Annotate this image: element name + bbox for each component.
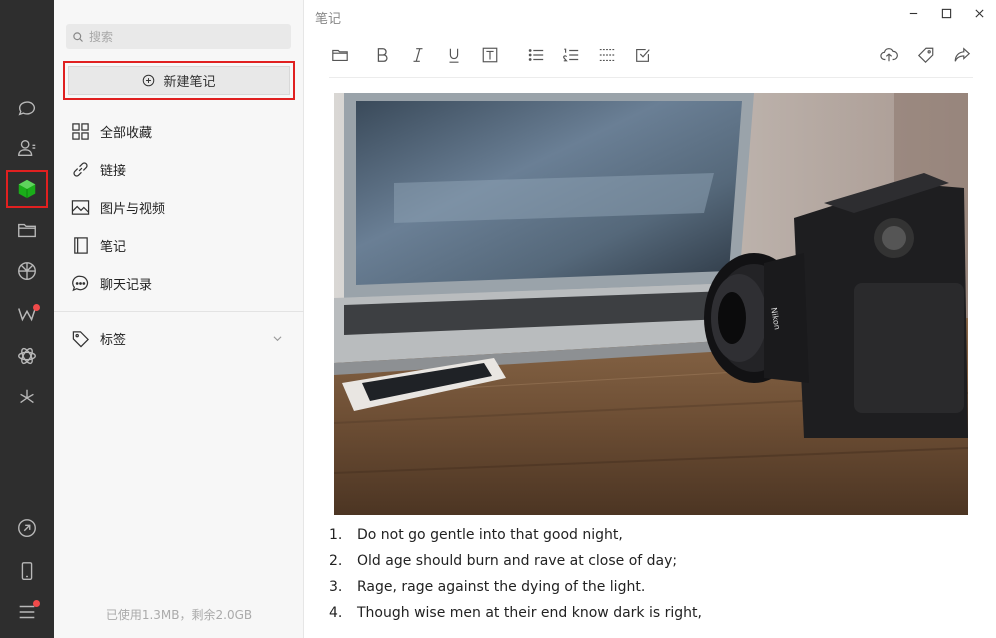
search-input[interactable]: [89, 29, 279, 44]
icon-rail: [0, 0, 54, 638]
link-icon[interactable]: [9, 510, 45, 546]
storage-usage: 已使用1.3MB，剩余2.0GB: [105, 608, 253, 622]
list-number: 1.: [329, 527, 343, 543]
moments-icon[interactable]: [9, 253, 45, 289]
image-icon: [71, 199, 90, 215]
toolbar-divider: [329, 77, 973, 78]
editor-toolbar: [329, 44, 973, 68]
menu-item-images-videos[interactable]: 图片与视频: [54, 188, 304, 226]
link-icon: [73, 161, 88, 177]
list-text: Though wise men at their end know dark i…: [357, 605, 702, 621]
bullet-list-icon: [528, 49, 544, 61]
numbered-list-icon: [563, 48, 579, 62]
list-text: Do not go gentle into that good night,: [357, 527, 623, 543]
numbered-list-button[interactable]: [560, 44, 582, 66]
share-icon: [954, 47, 971, 62]
plus-circle-icon: [143, 74, 155, 87]
menu-item-links[interactable]: 链接: [54, 150, 304, 188]
close-button[interactable]: [971, 5, 987, 21]
panel-divider: [54, 311, 304, 312]
folder-icon: [332, 49, 348, 61]
window-title: 笔记: [315, 12, 342, 27]
tag-button[interactable]: [915, 44, 937, 66]
list-number: 2.: [329, 553, 343, 569]
folder-icon[interactable]: [9, 212, 45, 248]
italic-icon: [413, 48, 423, 62]
menu-item-all-favorites[interactable]: 全部收藏: [54, 112, 304, 150]
menu-icon[interactable]: [9, 594, 45, 630]
search-box[interactable]: [66, 24, 291, 49]
share-button[interactable]: [951, 44, 973, 66]
list-text: Rage, rage against the dying of the ligh…: [357, 579, 646, 595]
list-number: 3.: [329, 579, 343, 595]
tags-label: 标签: [100, 332, 127, 348]
tag-icon: [917, 47, 934, 64]
menu-item-label: 链接: [100, 163, 127, 179]
menu-badge: [33, 600, 40, 607]
new-note-highlight-box: 新建笔记: [63, 61, 295, 100]
chat-icon[interactable]: [9, 90, 45, 126]
menu-item-label: 图片与视频: [100, 201, 166, 217]
discover-icon[interactable]: [9, 380, 45, 416]
maximize-button[interactable]: [938, 5, 954, 21]
active-highlight-box: [6, 170, 48, 208]
checkbox-icon: [636, 49, 650, 62]
minimize-icon: [909, 12, 917, 14]
tag-icon: [72, 330, 89, 347]
close-icon: [974, 8, 984, 18]
phone-icon[interactable]: [9, 553, 45, 589]
divider-button[interactable]: [596, 44, 618, 66]
text-icon: [482, 47, 498, 63]
mini-program-icon[interactable]: [9, 338, 45, 374]
new-note-button[interactable]: 新建笔记: [68, 66, 290, 95]
contacts-icon[interactable]: [9, 130, 45, 166]
channels-badge: [33, 304, 40, 311]
note-numbered-list: 1. Do not go gentle into that good night,…: [329, 522, 969, 626]
channels-icon[interactable]: [9, 296, 45, 332]
tags-section[interactable]: 标签: [54, 321, 304, 355]
notebook-icon: [74, 236, 88, 254]
camera-laptop-photo: Nikon: [334, 93, 968, 515]
bold-button[interactable]: [371, 44, 393, 66]
list-item[interactable]: 4. Though wise men at their end know dark…: [329, 600, 969, 626]
list-item[interactable]: 2. Old age should burn and rave at close …: [329, 548, 969, 574]
menu-item-notes[interactable]: 笔记: [54, 226, 304, 264]
underline-button[interactable]: [443, 44, 465, 66]
folder-button[interactable]: [329, 44, 351, 66]
list-item[interactable]: 3. Rage, rage against the dying of the li…: [329, 574, 969, 600]
grid-icon: [72, 122, 89, 140]
category-menu: 全部收藏 链接 图片与视频 笔记 聊天记录: [54, 112, 304, 302]
note-image[interactable]: Nikon: [334, 93, 968, 515]
checkbox-button[interactable]: [632, 44, 654, 66]
bullet-list-button[interactable]: [525, 44, 547, 66]
upload-button[interactable]: [878, 44, 900, 66]
note-editor: 笔记 Nikon 1. Do not go gentle into that g…: [305, 0, 996, 638]
italic-button[interactable]: [407, 44, 429, 66]
new-note-label: 新建笔记: [163, 75, 216, 90]
menu-item-label: 聊天记录: [100, 277, 153, 293]
chevron-down-icon[interactable]: [273, 334, 282, 343]
list-number: 4.: [329, 605, 343, 621]
chat-record-icon: [72, 275, 89, 291]
list-text: Old age should burn and rave at close of…: [357, 553, 678, 569]
menu-item-label: 全部收藏: [100, 125, 153, 141]
underline-icon: [449, 48, 459, 63]
minimize-button[interactable]: [905, 5, 921, 21]
upload-cloud-icon: [880, 48, 898, 62]
favorites-panel: 新建笔记 全部收藏 链接 图片与视频 笔记 聊天记录 标签 已使用1.3MB，剩…: [54, 0, 304, 638]
text-style-button[interactable]: [479, 44, 501, 66]
list-item[interactable]: 1. Do not go gentle into that good night,: [329, 522, 969, 548]
search-icon: [73, 31, 83, 42]
menu-item-chat-records[interactable]: 聊天记录: [54, 264, 304, 302]
menu-item-label: 笔记: [100, 239, 127, 255]
bold-icon: [377, 48, 388, 62]
maximize-icon: [941, 8, 951, 18]
divider-icon: [599, 49, 615, 61]
